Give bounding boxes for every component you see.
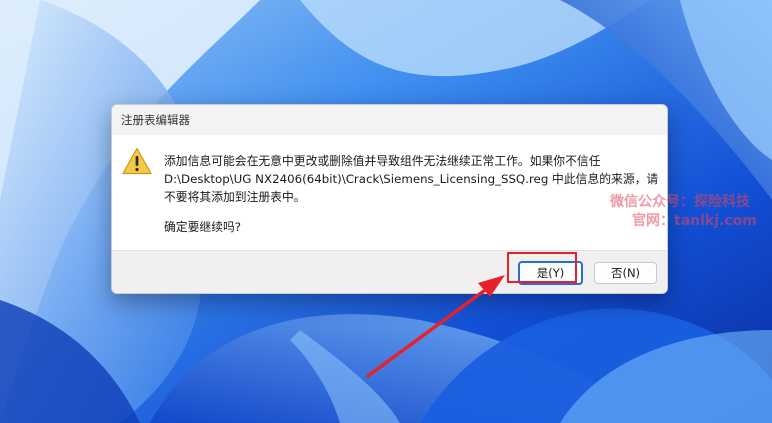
confirm-question: 确定要继续吗? xyxy=(164,220,242,234)
dialog-title: 注册表编辑器 xyxy=(121,113,190,127)
dialog-button-bar: 是(Y) 否(N) xyxy=(112,250,667,293)
watermark-line-1: 微信公众号：探险科技 xyxy=(610,194,750,210)
dialog-titlebar[interactable]: 注册表编辑器 xyxy=(112,105,667,135)
watermark-text: 微信公众号：探险科技 官网：tanlkj.com xyxy=(610,193,770,231)
no-button[interactable]: 否(N) xyxy=(594,262,657,284)
message-line-3: 不要将其添加到注册表中。 xyxy=(164,190,306,204)
message-line-1: 添加信息可能会在无意中更改或删除值并导致组件无法继续正常工作。如果你不信任 xyxy=(164,154,601,168)
message-line-2: D:\Desktop\UG NX2406(64bit)\Crack\Siemen… xyxy=(164,172,659,186)
yes-button[interactable]: 是(Y) xyxy=(518,261,583,285)
warning-icon xyxy=(122,147,152,175)
watermark-line-2: 官网：tanlkj.com xyxy=(632,213,757,229)
warning-message: 添加信息可能会在无意中更改或删除值并导致组件无法继续正常工作。如果你不信任 D:… xyxy=(164,152,662,206)
registry-editor-dialog: 注册表编辑器 添加信息可能会在无意中更改或删除值并导致组件无法继续正常工作。如果… xyxy=(111,104,668,294)
